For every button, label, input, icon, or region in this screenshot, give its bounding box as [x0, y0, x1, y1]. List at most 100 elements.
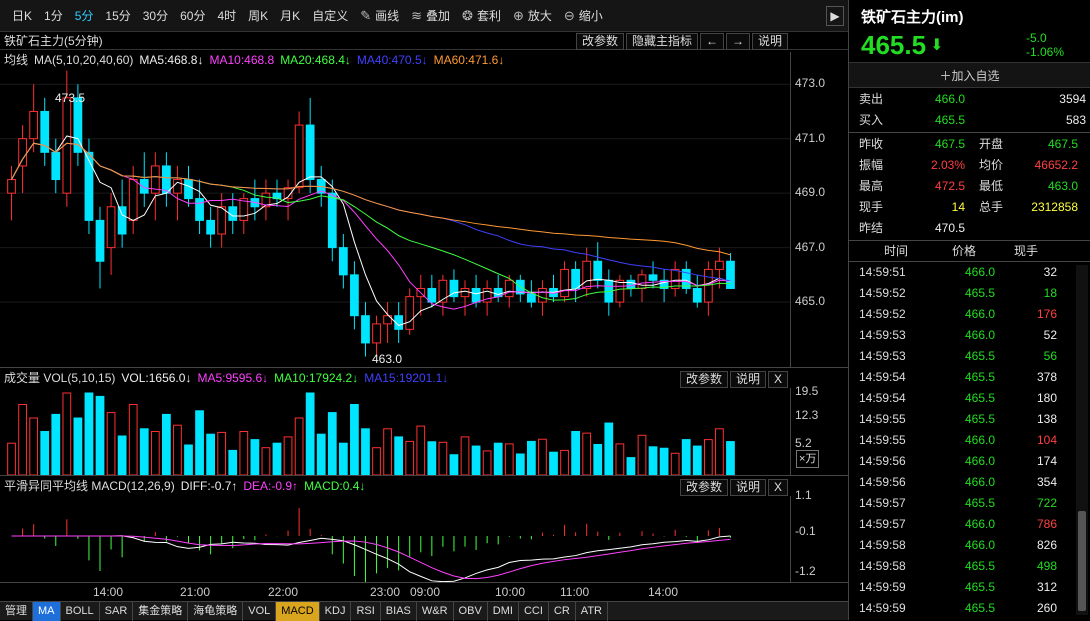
candle-body — [593, 260, 603, 281]
indicator-tab-海龟策略[interactable]: 海龟策略 — [188, 601, 244, 621]
panel-button-说明[interactable]: 说明 — [729, 479, 766, 496]
candle-body — [582, 260, 592, 289]
indicator-tab-VOL[interactable]: VOL — [243, 601, 277, 621]
stat-label — [965, 218, 1015, 239]
tick-time: 14:59:52 — [859, 307, 906, 321]
volume-bar — [338, 442, 348, 475]
tick-price: 466.0 — [964, 265, 995, 279]
period-周K[interactable]: 周K — [242, 0, 274, 32]
indicator-tab-RSI[interactable]: RSI — [351, 601, 381, 621]
chevron-right-icon[interactable]: ▶ — [826, 6, 844, 26]
stat-value: 463.0 — [1047, 179, 1078, 193]
indicator-tab-W&R[interactable]: W&R — [417, 601, 454, 621]
tick-time: 14:59:55 — [859, 433, 906, 447]
down-arrow-icon: ⬇ — [930, 37, 944, 54]
candle-body — [95, 219, 105, 262]
period-月K[interactable]: 月K — [274, 0, 306, 32]
period-自定义[interactable]: 自定义 — [306, 0, 354, 32]
period-60分[interactable]: 60分 — [174, 0, 211, 32]
indicator-tab-ATR[interactable]: ATR — [576, 601, 608, 621]
panel-button-改参数[interactable]: 改参数 — [679, 479, 728, 496]
period-5分[interactable]: 5分 — [69, 0, 100, 32]
stat-row: 最高 472.5 最低 463.0 — [849, 176, 1090, 197]
volume-bar — [184, 444, 193, 475]
panel-button-X[interactable]: X — [767, 371, 788, 388]
axis-tick-label: -0.1 — [795, 524, 816, 538]
macd-chart[interactable] — [0, 496, 790, 582]
panel-button-说明[interactable]: 说明 — [751, 33, 788, 50]
volume-bar — [18, 404, 27, 475]
stat-row: 振幅 2.03% 均价 46652.2 — [849, 155, 1090, 176]
tool-moneybag[interactable]: ❂ 套利 — [456, 0, 507, 32]
volume-bar — [604, 422, 614, 475]
period-4时[interactable]: 4时 — [211, 0, 242, 32]
candle-body — [538, 287, 547, 303]
indicator-tab-CCI[interactable]: CCI — [519, 601, 549, 621]
period-30分[interactable]: 30分 — [137, 0, 174, 32]
axis-tick-label: 471.0 — [795, 130, 826, 145]
tick-row: 14:59:53 466.0 52 — [849, 325, 1090, 346]
indicator-tab-CR[interactable]: CR — [549, 601, 576, 621]
candle-body — [29, 110, 39, 140]
indicator-tab-SAR[interactable]: SAR — [100, 601, 134, 621]
time-tick-label: 22:00 — [268, 585, 299, 599]
last-price: 465.5 — [861, 29, 927, 60]
tick-volume: 180 — [1036, 391, 1057, 405]
volume-bar — [29, 417, 39, 475]
tool-label: 套利 — [476, 8, 501, 23]
panel-button-说明[interactable]: 说明 — [729, 371, 766, 388]
tool-stack[interactable]: ≋ 叠加 — [405, 0, 456, 32]
indicator-tab-OBV[interactable]: OBV — [454, 601, 488, 621]
volume-bar — [250, 439, 260, 475]
tool-pencil[interactable]: ✎ 画线 — [354, 0, 405, 32]
indicator-tab-DMI[interactable]: DMI — [488, 601, 519, 621]
scrollbar-thumb[interactable] — [1078, 511, 1086, 611]
axis-tick-label: 12.3 — [795, 408, 819, 422]
axis-tick-label: 465.0 — [795, 294, 826, 309]
time-tick-label: 14:00 — [648, 585, 679, 599]
indicator-tab-管理[interactable]: 管理 — [0, 601, 33, 621]
chart-low-label: 463.0 — [372, 352, 403, 366]
panel-button-→[interactable]: → — [725, 33, 750, 50]
candle-body — [361, 315, 370, 344]
indicator-tab-KDJ[interactable]: KDJ — [320, 601, 352, 621]
tick-scrollbar[interactable] — [1076, 265, 1088, 615]
indicator-tab-BOLL[interactable]: BOLL — [61, 601, 100, 621]
tool-zoom-in[interactable]: ⊕ 放大 — [507, 0, 558, 32]
volume-chart[interactable] — [0, 388, 790, 475]
volume-bar — [217, 431, 227, 475]
volume-bar — [162, 413, 171, 475]
volume-bar — [228, 449, 238, 475]
panel-button-改参数[interactable]: 改参数 — [575, 33, 624, 50]
volume-bar — [681, 439, 691, 475]
tick-row: 14:59:55 466.0 104 — [849, 430, 1090, 451]
period-15分[interactable]: 15分 — [99, 0, 136, 32]
tick-volume: 312 — [1036, 580, 1057, 594]
add-to-watchlist-button[interactable]: ＋加入自选 — [849, 62, 1090, 88]
indicator-tab-BIAS[interactable]: BIAS — [381, 601, 417, 621]
panel-button-X[interactable]: X — [767, 479, 788, 496]
tool-zoom-out[interactable]: ⊖ 缩小 — [558, 0, 609, 32]
panel-button-隐藏主指标[interactable]: 隐藏主指标 — [625, 33, 698, 50]
indicator-tab-集金策略[interactable]: 集金策略 — [133, 601, 189, 621]
tick-row: 14:59:54 465.5 180 — [849, 388, 1090, 409]
stat-value — [1015, 218, 1086, 239]
period-1分[interactable]: 1分 — [38, 0, 69, 32]
moneybag-icon: ❂ — [462, 7, 473, 23]
candle-body — [173, 179, 182, 194]
indicator-tab-MACD[interactable]: MACD — [276, 601, 320, 621]
panel-button-改参数[interactable]: 改参数 — [679, 371, 728, 388]
period-日K[interactable]: 日K — [6, 0, 38, 32]
volume-bar — [637, 434, 647, 475]
tick-row: 14:59:56 466.0 174 — [849, 451, 1090, 472]
panel-button-←[interactable]: ← — [699, 33, 724, 50]
dea-line — [11, 535, 731, 580]
indicator-tab-MA[interactable]: MA — [33, 601, 61, 621]
candlestick-chart[interactable] — [0, 52, 790, 367]
volume-bar — [106, 412, 116, 475]
axis-tick-label: 473.0 — [795, 76, 826, 91]
volume-bar — [405, 440, 415, 475]
tick-price: 465.5 — [964, 391, 995, 405]
time-tick-label: 14:00 — [93, 585, 124, 599]
instrument-name: 铁矿石主力(im) — [861, 9, 964, 26]
